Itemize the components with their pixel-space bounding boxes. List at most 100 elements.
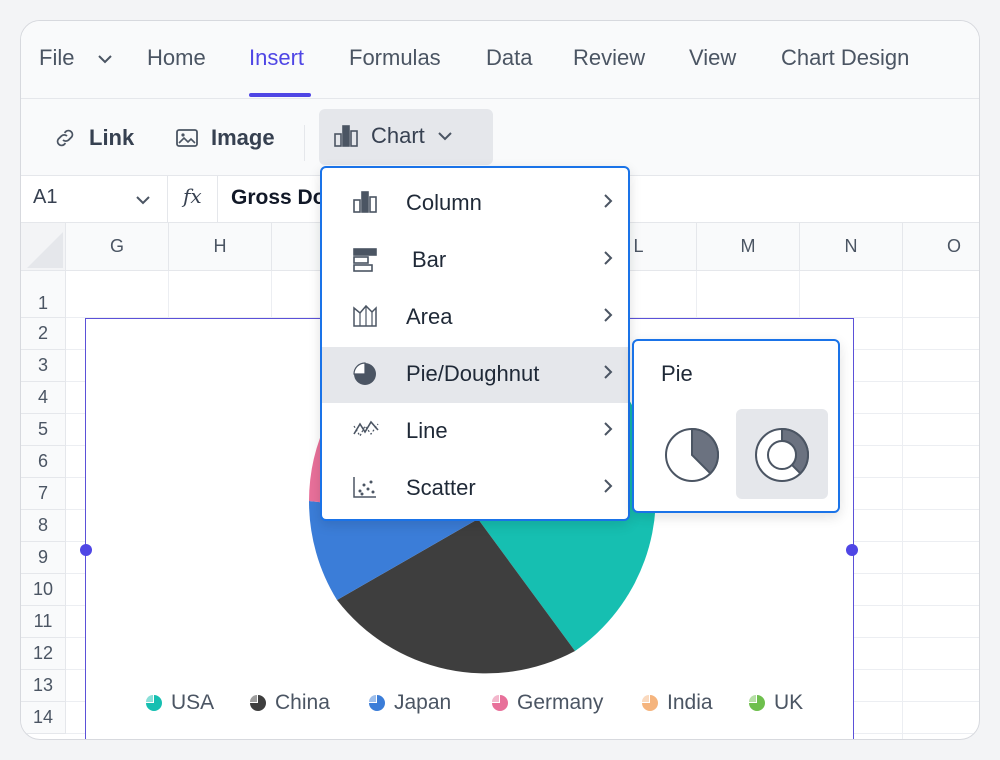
menu-item-label: Pie/Doughnut [406,361,540,386]
image-button[interactable]: Image [175,125,275,151]
menu-item-bar[interactable]: Bar [322,233,628,289]
row-header-10[interactable]: 10 [21,574,66,606]
chart-type-dropdown: Column Bar Area Pie/Doughnut Line Scatte… [320,166,630,521]
formula-divider-2 [217,176,218,222]
column-header-n[interactable]: N [800,223,903,271]
resize-handle-left[interactable] [80,544,92,556]
row-header-3[interactable]: 3 [21,350,66,382]
legend-marker-icon [146,695,162,711]
menu-item-label: Scatter [406,475,476,500]
chevron-down-icon [438,132,452,141]
row-header-11[interactable]: 11 [21,606,66,638]
menu-item-label: Line [406,418,448,443]
submenu-title: Pie [661,361,693,386]
doughnut-icon [755,427,810,482]
chevron-down-icon[interactable] [97,53,113,65]
name-box[interactable]: A1 [33,186,57,209]
legend-item-india[interactable]: India [642,691,713,715]
legend-label: Germany [517,691,604,714]
menu-file[interactable]: File [39,45,74,71]
row-header-8[interactable]: 8 [21,510,66,542]
column-header-g[interactable]: G [66,223,169,271]
column-chart-icon [334,125,358,147]
spreadsheet-window: File Home Insert Formulas Data Review Vi… [20,20,980,740]
area-chart-icon [353,304,377,327]
resize-handle-right[interactable] [846,544,858,556]
row-header-12[interactable]: 12 [21,638,66,670]
ribbon-toolbar [21,99,979,176]
row-header-13[interactable]: 13 [21,670,66,702]
legend-label: USA [171,691,215,714]
legend-marker-icon [250,695,266,711]
legend-item-japan[interactable]: Japan [369,691,451,715]
menu-item-scatter[interactable]: Scatter [322,461,628,517]
formula-input[interactable]: Gross Do [231,186,326,210]
link-label: Link [89,125,135,150]
image-icon [176,129,198,147]
active-tab-indicator [249,93,311,97]
menu-item-pie-doughnut[interactable]: Pie/Doughnut [322,347,628,403]
chevron-right-icon [604,308,613,322]
row-header-6[interactable]: 6 [21,446,66,478]
legend-marker-icon [492,695,508,711]
grid-line [902,271,903,739]
chart-button-content[interactable]: Chart [333,123,453,149]
scatter-chart-icon [353,477,376,498]
row-header-2[interactable]: 2 [21,318,66,350]
legend-item-usa[interactable]: USA [146,691,214,715]
link-button[interactable]: Link [53,125,134,151]
corner-triangle-icon [27,232,63,268]
row-header-7[interactable]: 7 [21,478,66,510]
image-label: Image [211,125,275,150]
chevron-right-icon [604,251,613,265]
tab-home[interactable]: Home [147,45,206,71]
menu-item-label: Column [406,190,482,215]
menu-item-line[interactable]: Line [322,404,628,460]
row-header-1[interactable]: 1 [21,271,66,318]
chevron-right-icon [604,422,613,436]
chevron-down-icon[interactable] [135,194,151,206]
legend-marker-icon [749,695,765,711]
column-header-o[interactable]: O [903,223,979,271]
row-header-4[interactable]: 4 [21,382,66,414]
tab-data[interactable]: Data [486,45,532,71]
legend-item-china[interactable]: China [250,691,330,715]
column-chart-icon [353,191,377,213]
menu-item-area[interactable]: Area [322,290,628,346]
pie-submenu: Pie [632,339,840,513]
chevron-right-icon [604,194,613,208]
line-chart-icon [353,420,379,438]
pie-icon [665,427,720,482]
legend-label: UK [774,691,804,714]
legend-marker-icon [369,695,385,711]
chevron-right-icon [604,365,613,379]
legend-item-germany[interactable]: Germany [492,691,603,715]
row-header-5[interactable]: 5 [21,414,66,446]
chart-label: Chart [371,123,425,148]
legend-label: Japan [394,691,452,714]
legend-marker-icon [642,695,658,711]
doughnut-option[interactable] [736,409,828,499]
select-all-corner[interactable] [21,223,66,271]
legend-item-uk[interactable]: UK [749,691,803,715]
row-header-14[interactable]: 14 [21,702,66,734]
pie-option[interactable] [646,409,738,499]
legend-label: China [275,691,330,714]
pie-chart-icon [353,362,376,385]
row-header-9[interactable]: 9 [21,542,66,574]
tab-insert[interactable]: Insert [249,45,304,71]
tab-formulas[interactable]: Formulas [349,45,441,71]
bar-chart-icon [353,248,377,272]
tab-chart-design[interactable]: Chart Design [781,45,909,71]
column-header-h[interactable]: H [169,223,272,271]
menu-item-label: Bar [412,247,447,272]
column-header-m[interactable]: M [697,223,800,271]
menu-item-column[interactable]: Column [322,176,628,232]
legend-label: India [667,691,713,714]
chevron-right-icon [604,479,613,493]
tab-review[interactable]: Review [573,45,645,71]
link-icon [56,129,74,147]
menu-bar: File Home Insert Formulas Data Review Vi… [21,21,979,99]
tab-view[interactable]: View [689,45,736,71]
fx-icon: fx [183,184,202,208]
